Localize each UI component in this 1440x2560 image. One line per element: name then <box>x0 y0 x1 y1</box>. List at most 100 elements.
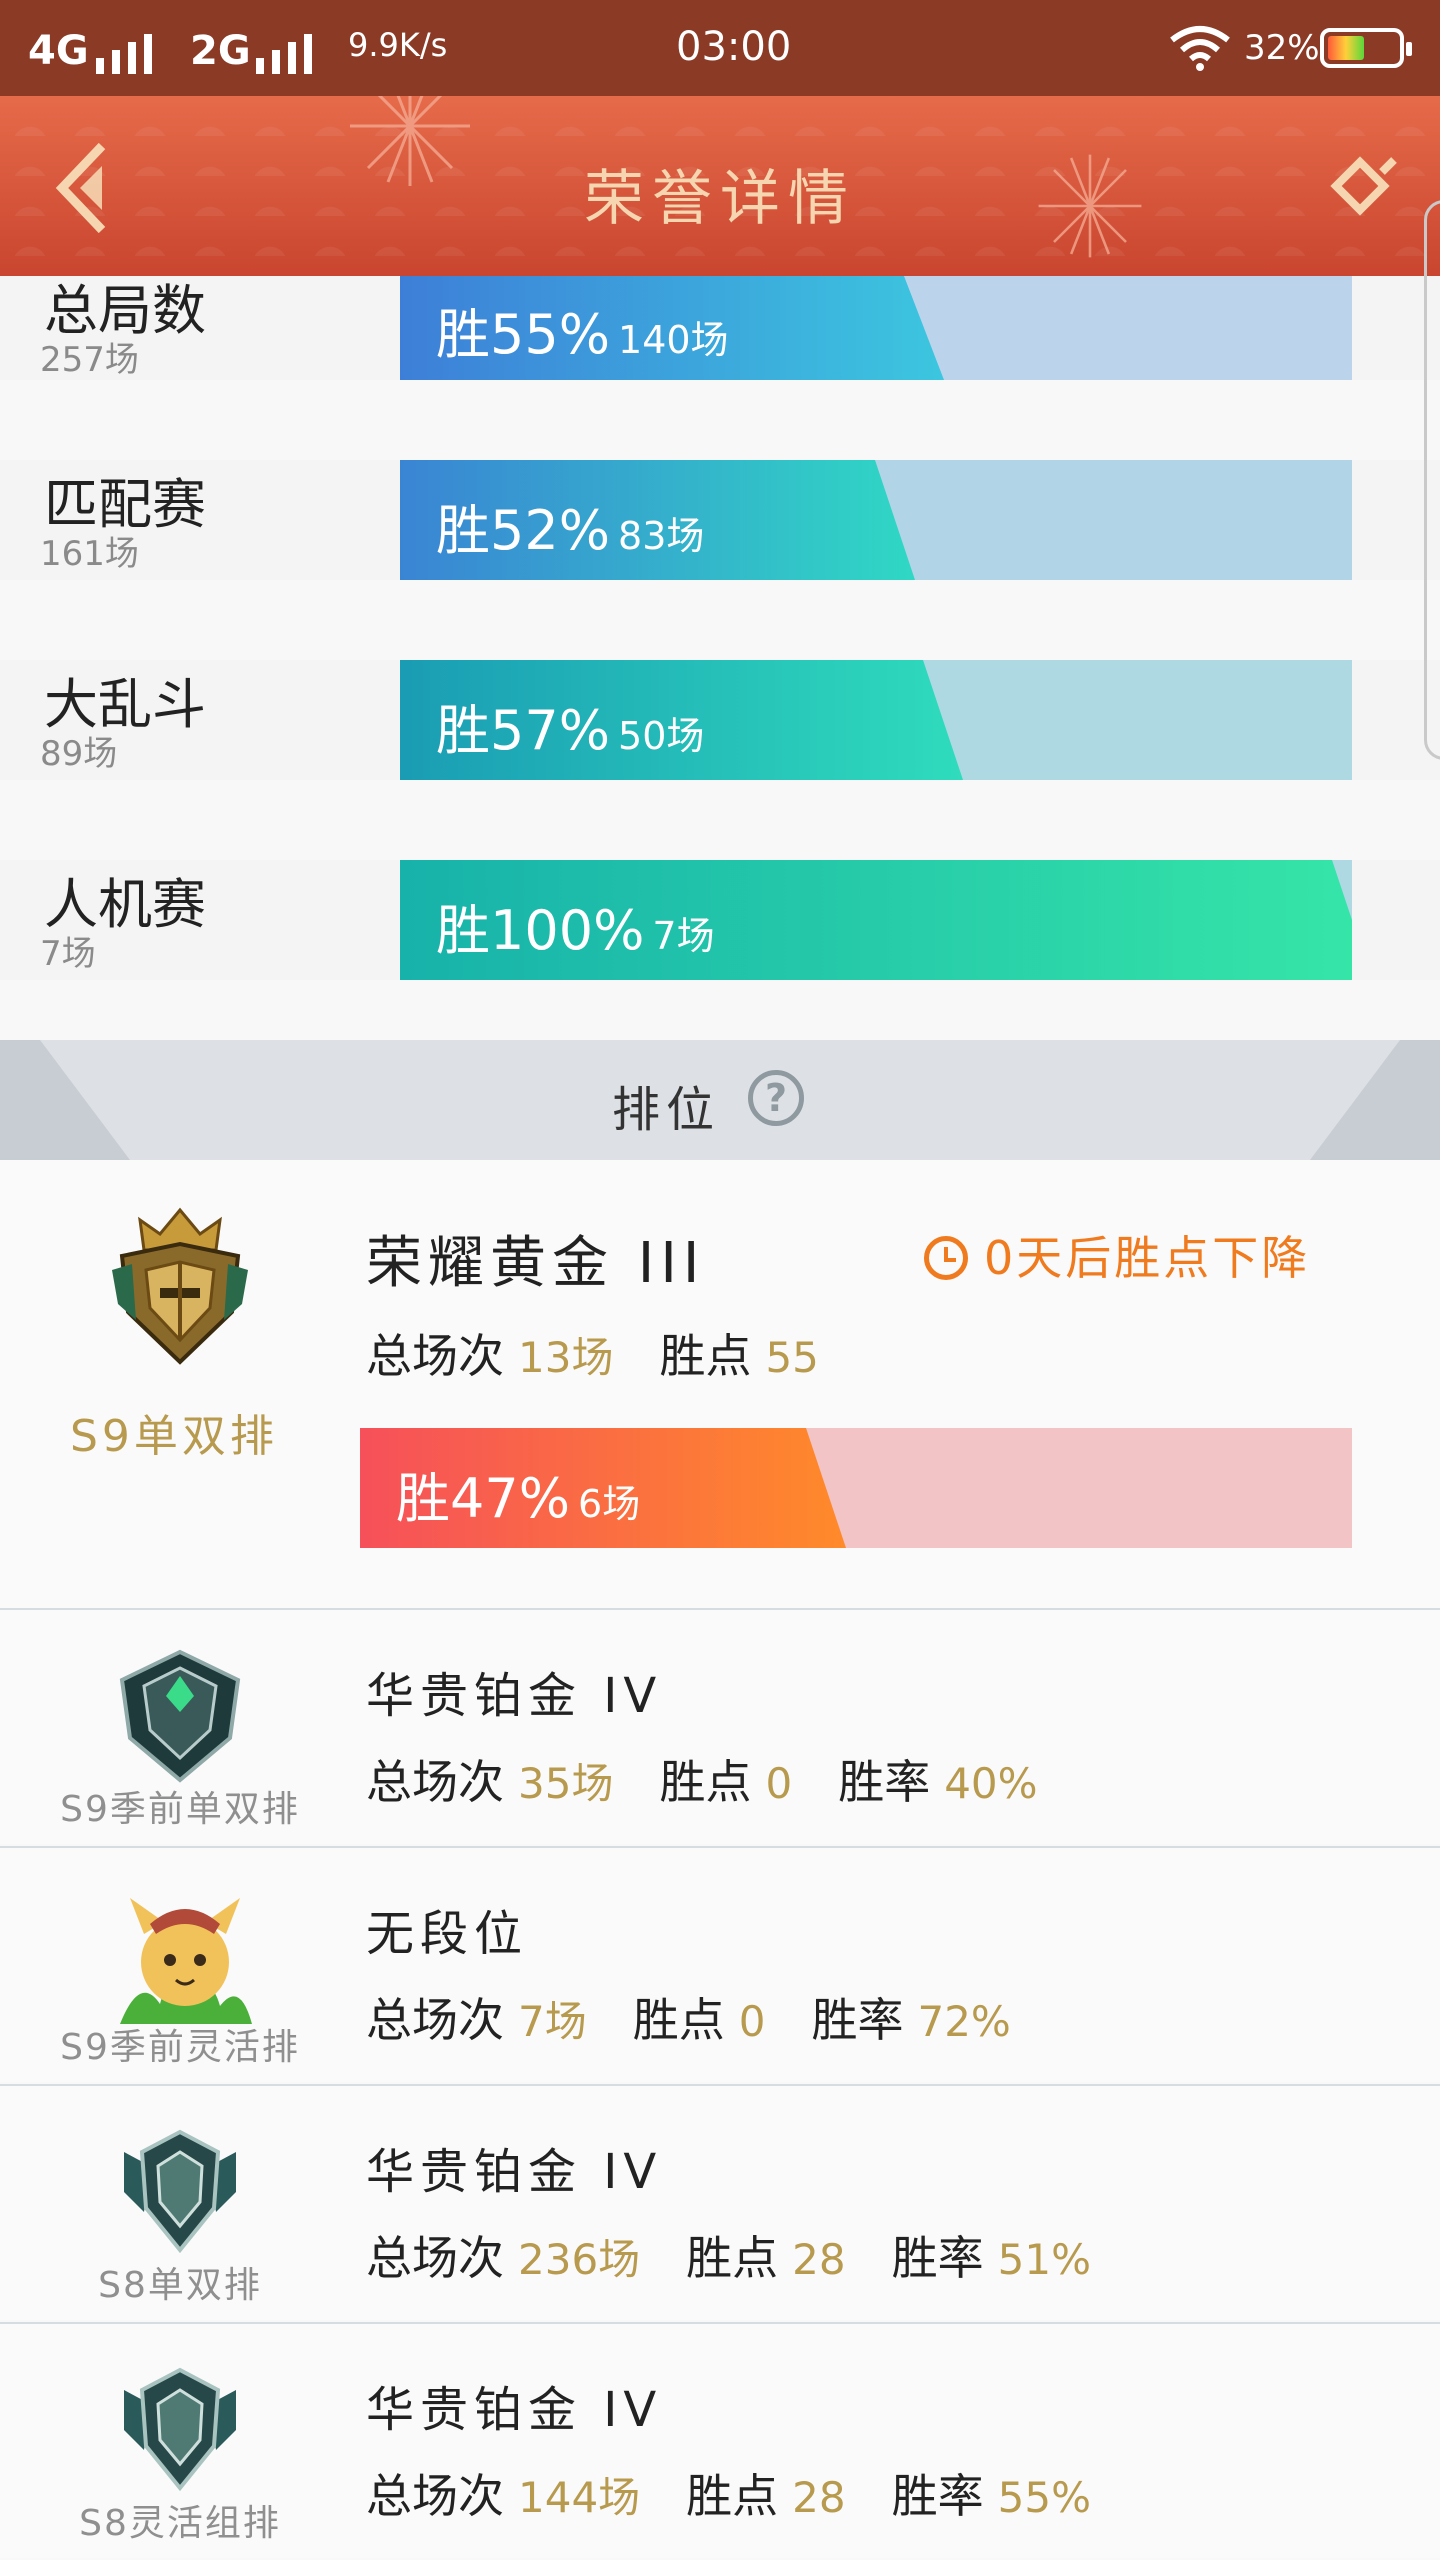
status-bar: 4G 2G 9.9K/s 03:00 32% <box>0 0 1440 96</box>
winrate-label: 胜47% 6场 <box>396 1454 640 1533</box>
league-points-label: 胜点 <box>686 2469 779 2523</box>
current-rank-card[interactable]: S9单双排 荣耀黄金 III 0天后胜点下降 总场次 13场 胜点 55 胜47% 6场 <box>0 1160 1440 1608</box>
teemo-avatar-icon <box>120 1898 252 2024</box>
league-points-label: 胜点 <box>659 1329 752 1383</box>
rank-history-row[interactable]: S9季前单双排 华贵铂金 IV 总场次 35场 胜点 0 胜率 40% <box>0 1608 1440 1844</box>
points-decay-notice: 0天后胜点下降 <box>924 1222 1310 1288</box>
total-games-label: 总场次 <box>366 2231 504 2285</box>
battery-percent: 32% <box>1244 28 1320 68</box>
tier-name: 华贵铂金 IV <box>366 1668 663 1724</box>
ranking-title: 排位 <box>612 1082 721 1138</box>
winrate-percent: 胜57% <box>436 699 611 762</box>
total-games-value: 35场 <box>518 1759 614 1808</box>
mode-total-games: 7场 <box>40 934 96 974</box>
platinum-rank-emblem-icon <box>119 1649 241 1783</box>
scrollbar[interactable] <box>1424 200 1440 760</box>
winrate-label: 胜55% 140场 <box>436 290 729 369</box>
league-points-label: 胜点 <box>632 1993 725 2047</box>
game-mode-row[interactable]: 人机赛 7场 胜100% 7场 <box>0 860 1440 980</box>
queue-name: S8单双排 <box>98 2265 262 2306</box>
rank-stats: 总场次 236场 胜点 28 胜率 51% <box>366 2222 1137 2288</box>
mode-total-games: 161场 <box>40 534 139 574</box>
league-points-value: 28 <box>792 2235 846 2284</box>
network-speed: 9.9K/s <box>348 26 448 64</box>
league-points-value: 0 <box>765 1759 793 1808</box>
ranking-section-header: 排位 ? <box>0 1040 1440 1160</box>
winrate-games: 7场 <box>652 914 715 958</box>
page-title: 荣誉详情 <box>584 164 856 234</box>
game-mode-row[interactable]: 匹配赛 161场 胜52% 83场 <box>0 460 1440 580</box>
winrate-label: 胜52% 83场 <box>436 486 704 565</box>
winrate-bar: 胜57% 50场 <box>400 660 1352 780</box>
network-type-1: 4G <box>28 28 89 74</box>
winrate-value: 72% <box>917 1997 1011 2046</box>
winrate-games: 83场 <box>618 514 705 558</box>
winrate-percent: 胜55% <box>436 303 611 366</box>
winrate-label: 胜率 <box>891 2469 984 2523</box>
total-games-value: 7场 <box>518 1997 587 2046</box>
rank-stats: 总场次 144场 胜点 28 胜率 55% <box>366 2460 1137 2526</box>
winrate-percent: 胜47% <box>396 1467 571 1530</box>
winrate-games: 6场 <box>578 1482 641 1526</box>
total-games-label: 总场次 <box>366 2469 504 2523</box>
game-mode-row[interactable]: 总局数 257场 胜55% 140场 <box>0 276 1440 380</box>
total-games-label: 总场次 <box>366 1329 504 1383</box>
wifi-icon <box>1168 24 1232 82</box>
corner-decoration <box>0 1040 130 1160</box>
mode-total-games: 257场 <box>40 340 139 380</box>
winrate-label: 胜57% 50场 <box>436 686 704 765</box>
winrate-bar: 胜55% 140场 <box>400 276 1352 380</box>
platinum-rank-emblem-icon <box>124 2367 236 2492</box>
winrate-value: 40% <box>944 1759 1038 1808</box>
help-question-icon[interactable]: ? <box>748 1070 804 1126</box>
share-icon[interactable] <box>1320 146 1400 226</box>
winrate-label: 胜率 <box>811 1993 904 2047</box>
queue-name: S9季前灵活排 <box>60 2027 300 2068</box>
league-points-value: 28 <box>792 2473 846 2522</box>
winrate-label: 胜率 <box>891 2231 984 2285</box>
winrate-bar: 胜100% 7场 <box>400 860 1352 980</box>
battery-icon <box>1320 28 1412 68</box>
current-rank-stats: 总场次 13场 胜点 55 <box>366 1320 865 1386</box>
current-rank-winrate-bar: 胜47% 6场 <box>360 1428 1352 1548</box>
rank-history-row[interactable]: S9季前灵活排 无段位 总场次 7场 胜点 0 胜率 72% <box>0 1846 1440 2082</box>
rank-stats: 总场次 7场 胜点 0 胜率 72% <box>366 1984 1057 2050</box>
total-games-label: 总场次 <box>366 1755 504 1809</box>
winrate-percent: 胜100% <box>436 899 645 962</box>
league-points-value: 0 <box>738 1997 766 2046</box>
rank-stats: 总场次 35场 胜点 0 胜率 40% <box>366 1746 1084 1812</box>
total-games-value: 13场 <box>518 1333 614 1382</box>
rank-history-row[interactable]: S8单双排 华贵铂金 IV 总场次 236场 胜点 28 胜率 51% <box>0 2084 1440 2320</box>
winrate-value: 55% <box>997 2473 1091 2522</box>
page-header: 荣誉详情 <box>0 96 1440 276</box>
queue-name: S9单双排 <box>70 1411 278 1462</box>
rank-history-row[interactable]: S8灵活组排 华贵铂金 IV 总场次 144场 胜点 28 胜率 55% <box>0 2322 1440 2558</box>
total-games-label: 总场次 <box>366 1993 504 2047</box>
tier-name: 华贵铂金 IV <box>366 2382 663 2438</box>
tier-name: 荣耀黄金 III <box>366 1231 706 1296</box>
signal-bars-icon <box>96 30 168 74</box>
winrate-games: 140场 <box>618 318 729 362</box>
gold-rank-emblem-icon <box>112 1207 248 1365</box>
status-time: 03:00 <box>676 24 792 70</box>
platinum-rank-emblem-icon <box>124 2129 236 2254</box>
winrate-percent: 胜52% <box>436 499 611 562</box>
signal-bars-icon <box>256 30 328 74</box>
winrate-value: 51% <box>997 2235 1091 2284</box>
mode-total-games: 89场 <box>40 734 118 774</box>
network-type-2: 2G <box>190 28 251 74</box>
winrate-label: 胜率 <box>838 1755 931 1809</box>
league-points-value: 55 <box>765 1333 819 1382</box>
league-points-label: 胜点 <box>686 2231 779 2285</box>
tier-name: 华贵铂金 IV <box>366 2144 663 2200</box>
total-games-value: 236场 <box>518 2235 641 2284</box>
total-games-value: 144场 <box>518 2473 641 2522</box>
winrate-label: 胜100% 7场 <box>436 886 715 965</box>
queue-name: S9季前单双排 <box>60 1789 300 1830</box>
winrate-bar: 胜52% 83场 <box>400 460 1352 580</box>
queue-name: S8灵活组排 <box>79 2503 281 2544</box>
decay-text: 0天后胜点下降 <box>984 1231 1311 1285</box>
tier-name: 无段位 <box>366 1906 529 1962</box>
corner-decoration <box>1310 1040 1440 1160</box>
game-mode-row[interactable]: 大乱斗 89场 胜57% 50场 <box>0 660 1440 780</box>
